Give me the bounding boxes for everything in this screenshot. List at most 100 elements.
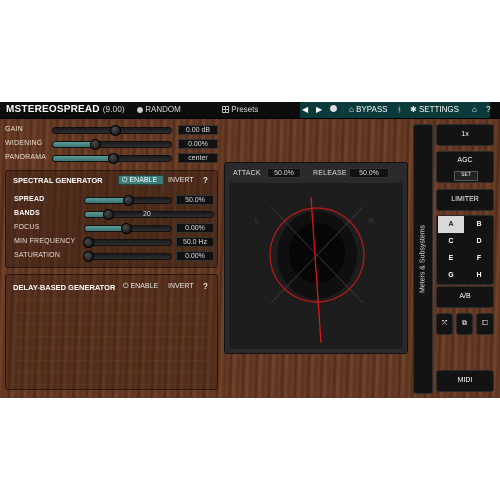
attack-label: ATTACK (233, 170, 261, 177)
focus-slider[interactable] (84, 223, 172, 234)
paste-icon: ⧠ (482, 320, 488, 327)
slot-d-button[interactable]: D (466, 233, 492, 250)
bypass-label: BYPASS (356, 105, 388, 114)
oversampling-button[interactable]: 1x (436, 124, 494, 146)
min-frequency-slider[interactable] (83, 237, 172, 248)
gain-slider[interactable] (52, 125, 172, 136)
limiter-button[interactable]: LIMITER (436, 189, 494, 211)
gear-icon: ✱ (410, 105, 417, 114)
copy-icon: ⧉ (462, 320, 467, 327)
random-button[interactable]: RANDOM (137, 105, 181, 114)
prev-preset-button[interactable]: ◀ (302, 105, 308, 114)
delay-generator-panel: DELAY-BASED GENERATOR ⏻ ENABLE INVERT ? (5, 274, 218, 390)
bands-knob[interactable] (103, 209, 114, 220)
ab-button[interactable]: A/B (436, 286, 494, 308)
delay-enable-button[interactable]: ⏻ ENABLE (123, 283, 158, 291)
settings-label: SETTINGS (418, 105, 459, 114)
slot-b-button[interactable]: B (466, 216, 492, 233)
widening-knob[interactable] (90, 139, 101, 150)
right-channel-label: R (369, 218, 374, 225)
min-frequency-value[interactable]: 50.0 Hz (176, 237, 214, 247)
left-channel-label: L (255, 218, 259, 225)
focus-label: FOCUS (14, 224, 40, 231)
release-label: RELEASE (313, 170, 347, 177)
plugin-name: MSTEREOSPREAD (6, 104, 100, 115)
delay-invert-button[interactable]: INVERT (168, 283, 194, 290)
grid-icon (222, 106, 229, 113)
agc-button[interactable]: AGC SET (436, 151, 494, 183)
settings-button[interactable]: ✱ SETTINGS (410, 105, 459, 114)
meter-panel: ATTACK 50.0% RELEASE 50.0% L R (224, 162, 408, 354)
slot-g-button[interactable]: G (438, 267, 464, 284)
saturation-knob[interactable] (83, 251, 94, 262)
spectral-enable-button[interactable]: ⏻ ENABLE (118, 175, 164, 185)
min-frequency-label: MIN FREQUENCY (14, 238, 76, 245)
saturation-value[interactable]: 0.00% (176, 251, 214, 261)
agc-set-button[interactable]: SET (454, 171, 478, 181)
preset-slots-panel: A B C D E F G H (436, 215, 494, 285)
spread-value[interactable]: 50.0% (176, 195, 214, 205)
power-icon: ⏻ (122, 177, 128, 184)
widening-value[interactable]: 0.00% (178, 139, 218, 149)
tools-button[interactable]: ᚼ (397, 105, 402, 114)
help-icon: ? (486, 105, 491, 114)
presets-label: Presets (231, 105, 259, 114)
slot-f-button[interactable]: F (466, 250, 492, 267)
bands-slider[interactable]: 20 (84, 209, 214, 220)
release-value[interactable]: 50.0% (349, 168, 389, 178)
dice-icon (137, 107, 143, 113)
copy-slot-button[interactable]: ⧉ (456, 313, 473, 335)
slot-e-button[interactable]: E (438, 250, 464, 267)
slot-c-button[interactable]: C (438, 233, 464, 250)
focus-fill (85, 226, 125, 231)
panorama-knob[interactable] (108, 153, 119, 164)
bypass-button[interactable]: ⌂ BYPASS (349, 105, 388, 114)
plugin-window: MSTEREOSPREAD (9.00) RANDOM Presets ◀ ▶ ⌂… (0, 102, 500, 398)
attack-value[interactable]: 50.0% (267, 168, 301, 178)
meters-subsystems-tab[interactable]: Meters & Subsystems (413, 124, 433, 394)
slot-a-button[interactable]: A (438, 216, 464, 233)
focus-knob[interactable] (121, 223, 132, 234)
paste-slot-button[interactable]: ⧠ (476, 313, 494, 335)
preset-menu-button[interactable] (330, 105, 337, 114)
goniometer: L R (229, 183, 403, 349)
agc-label: AGC (457, 157, 473, 164)
next-preset-button[interactable]: ▶ (316, 105, 322, 114)
shuffle-icon: ⤧ (441, 320, 448, 327)
widening-slider[interactable] (52, 139, 172, 150)
presets-button[interactable]: Presets (222, 105, 258, 114)
random-label: RANDOM (145, 105, 181, 114)
spectral-generator-panel: SPECTRAL GENERATOR ⏻ ENABLE INVERT ? SPR… (5, 170, 218, 268)
bands-label: BANDS (14, 210, 40, 217)
power-icon: ⏻ (123, 283, 129, 290)
gain-value[interactable]: 0.00 dB (178, 125, 218, 135)
spread-knob[interactable] (123, 195, 134, 206)
panorama-value[interactable]: center (178, 153, 218, 163)
spectral-title: SPECTRAL GENERATOR (13, 176, 103, 185)
toolbar-accent-area (300, 102, 490, 118)
gain-label: GAIN (5, 126, 23, 133)
spectral-enable-label: ENABLE (129, 177, 158, 184)
delay-title: DELAY-BASED GENERATOR (13, 283, 116, 292)
spread-slider[interactable] (84, 195, 172, 206)
gain-knob[interactable] (110, 125, 121, 136)
panorama-label: PANORAMA (5, 154, 47, 161)
panorama-slider[interactable] (52, 153, 172, 164)
bypass-icon: ⌂ (349, 105, 354, 114)
widening-label: WIDENING (5, 140, 43, 147)
plugin-title: MSTEREOSPREAD (9.00) (6, 104, 125, 115)
min-frequency-knob[interactable] (83, 237, 94, 248)
help-button[interactable]: ? (486, 105, 490, 114)
slot-h-button[interactable]: H (466, 267, 492, 284)
home-button[interactable]: ⌂ (472, 105, 477, 114)
spectral-invert-button[interactable]: INVERT (168, 177, 194, 184)
saturation-slider[interactable] (83, 251, 172, 262)
midi-button[interactable]: MIDI (436, 370, 494, 392)
delay-help-button[interactable]: ? (203, 282, 208, 291)
randomize-slot-button[interactable]: ⤧ (436, 313, 453, 335)
focus-value[interactable]: 0.00% (176, 223, 214, 233)
spectral-help-button[interactable]: ? (203, 176, 208, 185)
bands-value: 20 (143, 211, 151, 218)
plugin-version: (9.00) (102, 105, 125, 114)
toolbar-divider (343, 102, 344, 118)
